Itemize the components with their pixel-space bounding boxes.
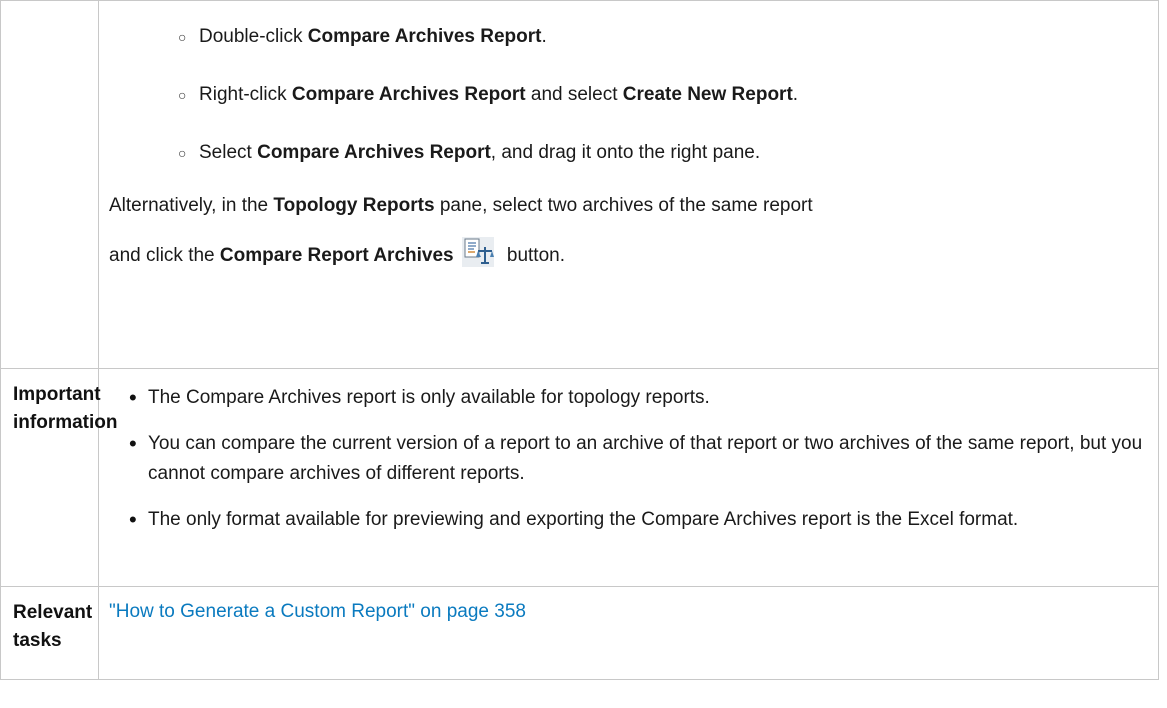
circle-bullet-icon: ○	[178, 145, 187, 161]
compare-report-archives-icon	[461, 237, 494, 287]
important-item-text: The Compare Archives report is only avai…	[148, 387, 710, 408]
important-label: Important information	[0, 368, 118, 587]
bullet-icon: •	[129, 507, 137, 532]
step-item: ○ Right-click Compare Archives Report an…	[109, 81, 1148, 109]
bullet-icon: •	[129, 385, 137, 410]
bullet-icon: •	[129, 431, 137, 456]
step-text: and select	[525, 84, 623, 105]
alt-text: pane, select two archives of the same re…	[434, 195, 813, 216]
important-row: Important information • The Compare Arch…	[0, 368, 1159, 587]
important-item-text: The only format available for previewing…	[148, 509, 1019, 530]
alt-text: and click the	[109, 245, 220, 266]
step-item: ○ Double-click Compare Archives Report.	[109, 23, 1148, 51]
custom-report-link[interactable]: "How to Generate a Custom Report" on pag…	[109, 601, 526, 622]
step-text: , and drag it onto the right pane.	[490, 142, 761, 163]
important-item: • You can compare the current version of…	[109, 429, 1148, 489]
step-text: Right-click	[199, 84, 292, 105]
alt-text: button.	[501, 245, 565, 266]
important-content-cell: • The Compare Archives report is only av…	[98, 368, 1159, 587]
step-text: Double-click	[199, 26, 308, 47]
alternative-line-2: and click the Compare Report Archives bu…	[109, 231, 1148, 287]
relevant-row: Relevant tasks "How to Generate a Custom…	[0, 586, 1159, 680]
relevant-label: Relevant tasks	[0, 586, 99, 680]
step-item: ○ Select Compare Archives Report, and dr…	[109, 139, 1148, 167]
important-item-text: You can compare the current version of a…	[148, 433, 1143, 484]
reference-table: ○ Double-click Compare Archives Report. …	[0, 0, 1159, 680]
step-list: ○ Double-click Compare Archives Report. …	[109, 23, 1148, 167]
circle-bullet-icon: ○	[178, 29, 187, 45]
relevant-content-cell: "How to Generate a Custom Report" on pag…	[98, 586, 1159, 680]
alternative-paragraph: Alternatively, in the Topology Reports p…	[109, 181, 1148, 287]
step-bold: Compare Archives Report	[257, 142, 491, 163]
step-bold: Compare Archives Report	[291, 84, 526, 105]
step-text: Select	[199, 142, 258, 163]
circle-bullet-icon: ○	[178, 87, 187, 103]
step-bold: Create New Report	[622, 84, 793, 105]
steps-label-cell	[0, 0, 99, 369]
alt-bold: Compare Report Archives	[219, 245, 454, 266]
alt-bold: Topology Reports	[273, 195, 435, 216]
important-item: • The only format available for previewi…	[109, 505, 1148, 535]
alt-text: Alternatively, in the	[109, 195, 274, 216]
important-list: • The Compare Archives report is only av…	[109, 383, 1148, 535]
step-bold: Compare Archives Report	[307, 26, 542, 47]
steps-content-cell: ○ Double-click Compare Archives Report. …	[98, 0, 1159, 369]
step-text: .	[541, 26, 547, 47]
step-text: .	[792, 84, 799, 105]
important-item: • The Compare Archives report is only av…	[109, 383, 1148, 413]
steps-row: ○ Double-click Compare Archives Report. …	[0, 0, 1159, 369]
alternative-line-1: Alternatively, in the Topology Reports p…	[109, 181, 1148, 231]
